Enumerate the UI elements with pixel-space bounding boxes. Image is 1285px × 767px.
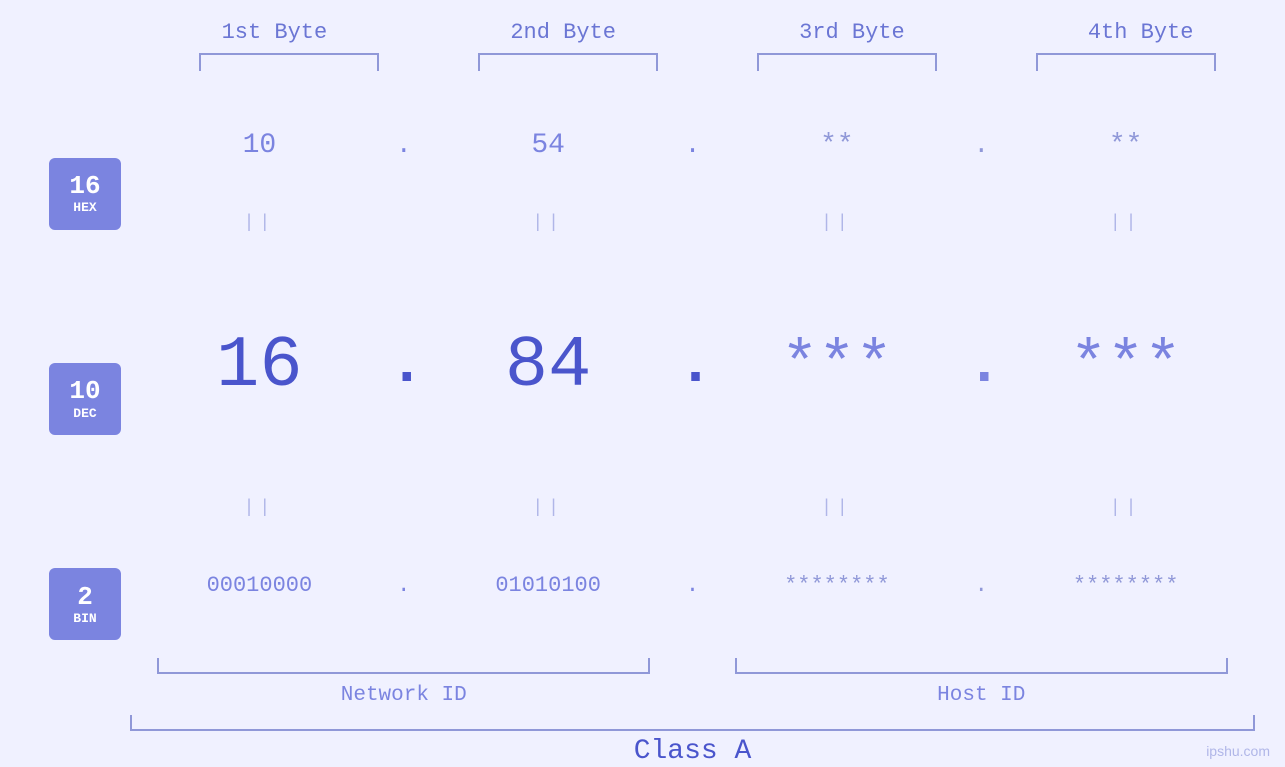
badges-column: 16 HEX 10 DEC 2 BIN — [0, 81, 130, 767]
dec-byte2: 84 — [505, 325, 591, 407]
byte-header-4: 4th Byte — [996, 20, 1285, 53]
hex-byte3: ** — [820, 130, 854, 161]
hex-row: 10 . 54 . ** . ** — [130, 81, 1255, 209]
hex-byte1: 10 — [243, 130, 277, 161]
hex-byte4: ** — [1109, 130, 1143, 161]
byte-header-3: 3rd Byte — [708, 20, 997, 53]
eq2-b1: || — [130, 498, 389, 518]
bin-sep1: . — [389, 573, 419, 598]
hex-sep2: . — [678, 130, 708, 160]
byte-header-1: 1st Byte — [130, 20, 419, 53]
bin-byte3: ******** — [784, 573, 890, 598]
bin-byte4: ******** — [1073, 573, 1179, 598]
dec-sep2: . — [678, 332, 708, 400]
dec-byte3: *** — [781, 330, 893, 401]
dec-row: 16 . 84 . *** . *** — [130, 237, 1255, 494]
bin-byte2: 01010100 — [495, 573, 601, 598]
bottom-bracket-row — [130, 658, 1255, 678]
bin-byte1: 00010000 — [207, 573, 313, 598]
dec-sep3: . — [966, 332, 996, 400]
dec-sep1: . — [389, 332, 419, 400]
network-bracket — [157, 658, 650, 674]
bin-sep3: . — [966, 573, 996, 598]
eq1-b3: || — [708, 213, 967, 233]
network-id-label: Network ID — [341, 684, 467, 707]
bin-badge: 2 BIN — [49, 568, 121, 640]
hex-badge: 16 HEX — [49, 158, 121, 230]
eq2-b4: || — [996, 498, 1255, 518]
dec-badge: 10 DEC — [49, 363, 121, 435]
class-label: Class A — [634, 736, 752, 767]
hex-byte2: 54 — [531, 130, 565, 161]
dec-byte4: *** — [1070, 330, 1182, 401]
page-container: 1st Byte 2nd Byte 3rd Byte 4th Byte 16 — [0, 0, 1285, 767]
network-host-labels: Network ID Host ID — [130, 684, 1255, 707]
eq1-b2: || — [419, 213, 678, 233]
host-id-label: Host ID — [937, 684, 1025, 707]
class-label-container: Class A — [130, 736, 1255, 767]
equals-row-1: || || || || — [130, 209, 1255, 237]
bin-sep2: . — [678, 573, 708, 598]
eq2-b3: || — [708, 498, 967, 518]
eq1-b4: || — [996, 213, 1255, 233]
host-bracket — [735, 658, 1228, 674]
watermark: ipshu.com — [1206, 743, 1270, 759]
dec-byte1: 16 — [216, 325, 302, 407]
eq2-b2: || — [419, 498, 678, 518]
byte-header-2: 2nd Byte — [419, 20, 708, 53]
class-bracket — [130, 715, 1255, 731]
equals-row-2: || || || || — [130, 494, 1255, 522]
eq1-b1: || — [130, 213, 389, 233]
hex-sep3: . — [966, 130, 996, 160]
bin-row: 00010000 . 01010100 . ******** . *******… — [130, 522, 1255, 650]
hex-sep1: . — [389, 130, 419, 160]
